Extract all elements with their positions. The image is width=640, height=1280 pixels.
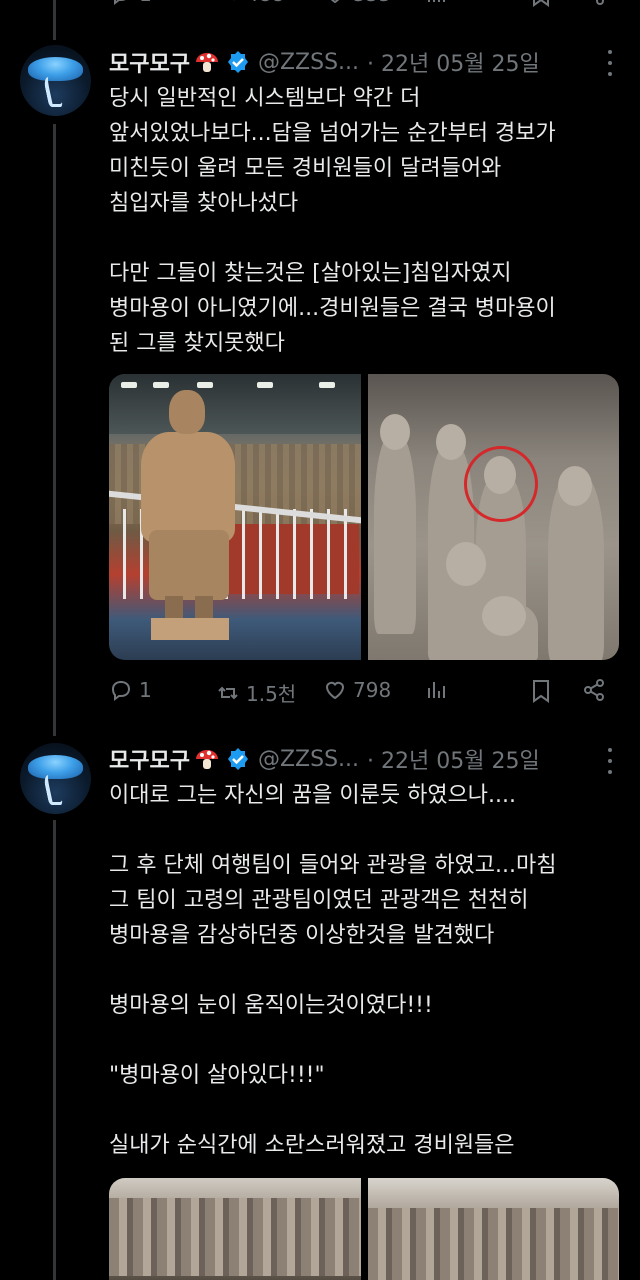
tweet-text: 당시 일반적인 시스템보다 약간 더 앞서있었나보다...담을 넘어가는 순간부… bbox=[109, 81, 614, 361]
tweet[interactable]: 모구모구 @ZZSS... · 22년 05월 25일 당시 일반적인 시스템보… bbox=[0, 0, 640, 740]
tweet-text-line: 그 후 단체 여행팀이 들어와 관광을 하였고...마침 bbox=[109, 853, 557, 878]
mushroom-emoji-icon bbox=[195, 750, 218, 769]
tweet-text-line bbox=[109, 1023, 614, 1058]
tweet-media-grid bbox=[109, 374, 619, 660]
tweet-header: 모구모구 @ZZSS... · 22년 05월 25일 bbox=[109, 45, 540, 79]
bookmark-icon bbox=[533, 680, 549, 703]
thread-screen: 1 488 353 모구모구 @ZZSS... · bbox=[0, 0, 640, 1280]
tweet[interactable]: 모구모구 @ZZSS... · 22년 05월 25일 이대로 그는 자신의 꿈… bbox=[0, 740, 640, 1280]
red-highlight-circle bbox=[463, 446, 538, 522]
more-options-icon bbox=[608, 748, 612, 752]
media-photo-tourist-statue[interactable] bbox=[109, 374, 361, 660]
views-button[interactable] bbox=[426, 678, 448, 702]
reply-icon bbox=[111, 680, 131, 701]
tweet-text-line: 실내가 순식간에 소란스러워졌고 경비원들은 bbox=[109, 1133, 515, 1158]
mushroom-emoji-icon bbox=[195, 53, 218, 72]
tweet-action-bar: 1 1.5천 798 bbox=[109, 678, 609, 708]
tweet-text-line: 미친듯이 울려 모든 경비원들이 달려들어와 bbox=[109, 156, 502, 181]
share-button[interactable] bbox=[582, 678, 606, 702]
repost-count: 1.5천 bbox=[246, 682, 297, 706]
tweet-text-line bbox=[109, 953, 614, 988]
reply-count: 1 bbox=[139, 678, 152, 702]
tweet-text-line: 병마용의 눈이 움직이는것이였다!!! bbox=[109, 993, 433, 1018]
display-name[interactable]: 모구모구 bbox=[109, 743, 190, 775]
display-name[interactable]: 모구모구 bbox=[109, 46, 190, 78]
tweet-date[interactable]: · 22년 05월 25일 bbox=[367, 46, 540, 78]
more-options-icon bbox=[608, 50, 612, 54]
media-photo-terracotta-pit[interactable] bbox=[367, 1178, 619, 1280]
tweet-text-line: 앞서있었나보다...담을 넘어가는 순간부터 경보가 bbox=[109, 121, 556, 146]
tweet-text-line: 다만 그들이 찾는것은 [살아있는]침입자였지 bbox=[109, 261, 512, 286]
tweet-text-line: 침입자를 찾아나섰다 bbox=[109, 191, 299, 216]
tweet-text-line: 당시 일반적인 시스템보다 약간 더 bbox=[109, 86, 421, 111]
verified-badge-icon bbox=[227, 748, 248, 770]
more-options-button[interactable] bbox=[606, 50, 614, 76]
tweet-header: 모구모구 @ZZSS... · 22년 05월 25일 bbox=[109, 742, 540, 776]
tweet-text-line: 된 그를 찾지못했다 bbox=[109, 331, 285, 356]
bookmark-button[interactable] bbox=[530, 678, 552, 704]
like-button[interactable]: 798 bbox=[323, 678, 391, 702]
more-options-button[interactable] bbox=[606, 748, 614, 774]
tweet-text-line: 병마용이 아니였기에...경비원들은 결국 병마용이 bbox=[109, 296, 556, 321]
user-handle[interactable]: @ZZSS... bbox=[258, 50, 359, 75]
avatar[interactable] bbox=[20, 45, 91, 116]
repost-icon bbox=[218, 686, 238, 699]
media-photo-terracotta-pit[interactable] bbox=[109, 1178, 361, 1280]
user-handle[interactable]: @ZZSS... bbox=[258, 747, 359, 772]
views-icon bbox=[428, 682, 445, 698]
repost-button[interactable]: 1.5천 bbox=[216, 678, 296, 707]
share-icon bbox=[584, 679, 604, 701]
tweet-text-line bbox=[109, 221, 614, 256]
tweet-media-grid bbox=[109, 1178, 619, 1280]
tweet-text-line bbox=[109, 813, 614, 848]
verified-badge-icon bbox=[227, 51, 248, 73]
tweet-date[interactable]: · 22년 05월 25일 bbox=[367, 743, 540, 775]
reply-button[interactable]: 1 bbox=[109, 678, 152, 702]
tweet-text-line: 병마용을 감상하던중 이상한것을 발견했다 bbox=[109, 923, 495, 948]
tweet-text-line bbox=[109, 1093, 614, 1128]
avatar[interactable] bbox=[20, 743, 91, 814]
heart-icon bbox=[325, 681, 345, 700]
tweet-text-line: 그 팀이 고령의 관광팀이였던 관광객은 천천히 bbox=[109, 888, 529, 913]
media-photo-terracotta-army[interactable] bbox=[367, 374, 619, 660]
tweet-text-line: 이대로 그는 자신의 꿈을 이룬듯 하였으나.... bbox=[109, 783, 517, 808]
tweet-text: 이대로 그는 자신의 꿈을 이룬듯 하였으나.... 그 후 단체 여행팀이 들… bbox=[109, 778, 614, 1163]
like-count: 798 bbox=[353, 678, 392, 702]
tweet-text-line: "병마용이 살아있다!!!" bbox=[109, 1063, 325, 1088]
